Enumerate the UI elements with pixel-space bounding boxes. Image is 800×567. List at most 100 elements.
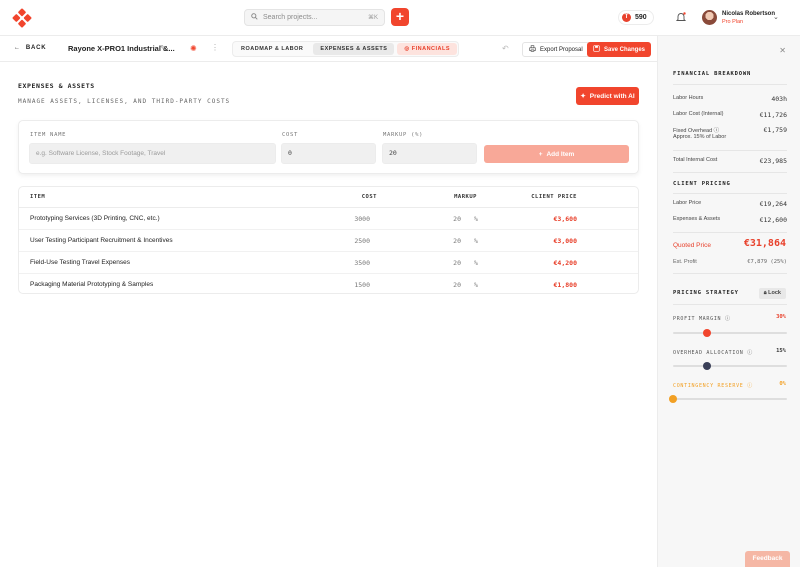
row-markup[interactable]: 20 (453, 259, 461, 267)
profit-margin-label: PROFIT MARGIN ⓘ (673, 316, 731, 322)
export-label: Export Proposal (540, 46, 583, 53)
labor-cost-row: Labor Cost (Internal) €11,726 (673, 111, 787, 119)
avatar[interactable] (702, 10, 717, 25)
export-proposal-button[interactable]: Export Proposal (522, 42, 590, 57)
undo-icon[interactable]: ↶ (502, 44, 509, 53)
labor-price-row: Labor Price €19,264 (673, 200, 787, 208)
arrow-left-icon: ← (14, 45, 21, 51)
lock-label: Lock (768, 290, 781, 296)
add-project-button[interactable]: + (391, 8, 409, 26)
info-icon[interactable]: ⓘ (747, 350, 753, 356)
markup-label: MARKUP (%) (383, 132, 424, 138)
predict-with-ai-button[interactable]: ✦ Predict with AI (576, 87, 639, 105)
labor-hours-row: Labor Hours 403h (673, 95, 787, 103)
total-internal-label: Total Internal Cost (673, 157, 718, 163)
tab-roadmap-labor[interactable]: ROADMAP & LABOR (234, 43, 310, 55)
row-markup[interactable]: 20 (453, 237, 461, 245)
lock-icon: 🔒︎ (763, 290, 767, 296)
row-client-price: €1,800 (553, 281, 577, 289)
profit-margin-knob[interactable] (703, 329, 712, 337)
row-cost[interactable]: 3500 (354, 259, 370, 267)
row-item: Packaging Material Prototyping & Samples (30, 281, 154, 288)
table-header: ITEM COST MARKUP CLIENT PRICE (19, 187, 638, 208)
pencil-icon[interactable]: ✎ (160, 44, 166, 52)
row-item: User Testing Participant Recruitment & I… (30, 237, 173, 244)
save-icon (593, 45, 600, 54)
lock-button[interactable]: 🔒︎ Lock (758, 288, 786, 299)
total-internal-value: €23,985 (759, 157, 787, 165)
expenses-row: Expenses & Assets €12,600 (673, 216, 787, 224)
contingency-reserve-slider[interactable] (669, 395, 787, 403)
labor-price-label: Labor Price (673, 200, 702, 206)
header-cost: COST (361, 194, 377, 200)
divider (673, 172, 787, 173)
contingency-reserve-pct: 0% (779, 381, 786, 387)
expenses-table: ITEM COST MARKUP CLIENT PRICE Prototypin… (18, 186, 639, 294)
tab-financials[interactable]: ◎ FINANCIALS (397, 43, 458, 55)
divider (673, 304, 787, 305)
tab-expenses-assets[interactable]: EXPENSES & ASSETS (313, 43, 395, 55)
profit-margin-pct: 30% (776, 314, 786, 320)
row-markup[interactable]: 20 (453, 215, 461, 223)
table-row: Packaging Material Prototyping & Samples… (19, 274, 638, 293)
quoted-price-label: Quoted Price (673, 242, 711, 249)
labor-cost-value: €11,726 (759, 111, 787, 119)
divider (673, 193, 787, 194)
row-percent: % (474, 281, 478, 289)
save-changes-button[interactable]: Save Changes (587, 42, 652, 57)
cost-label: COST (282, 132, 299, 138)
search-input[interactable]: Search projects... ⌘K (244, 9, 385, 26)
client-pricing-title: CLIENT PRICING (673, 181, 731, 187)
printer-icon (529, 45, 536, 54)
profit-margin-slider[interactable] (673, 329, 787, 337)
divider (673, 84, 787, 85)
contingency-reserve-knob[interactable] (669, 395, 677, 403)
magic-wand-icon: ✦ (580, 93, 586, 100)
back-button[interactable]: ← BACK (14, 45, 46, 51)
close-icon[interactable]: ✕ (779, 46, 786, 55)
chevron-down-icon[interactable]: ⌄ (773, 13, 779, 21)
table-row: Field-Use Testing Travel Expenses 3500 2… (19, 252, 638, 274)
row-percent: % (474, 215, 478, 223)
back-label: BACK (25, 45, 47, 51)
page-subtitle: MANAGE ASSETS, LICENSES, AND THIRD-PARTY… (18, 98, 231, 105)
info-icon[interactable]: ⓘ (725, 316, 731, 322)
add-item-form: ITEM NAME e.g. Software License, Stock F… (18, 120, 639, 174)
row-cost[interactable]: 2500 (354, 237, 370, 245)
info-icon[interactable]: ⓘ (747, 383, 753, 389)
row-cost[interactable]: 3000 (354, 215, 370, 223)
cost-input[interactable]: 0 (281, 143, 376, 164)
search-placeholder: Search projects... (263, 14, 318, 21)
row-client-price: €3,000 (553, 237, 577, 245)
fixed-overhead-row: Fixed Overhead ⓘ Approx. 15% of Labor €1… (673, 126, 787, 140)
total-internal-row: Total Internal Cost €23,985 (673, 157, 787, 165)
add-item-label: Add Item (546, 150, 575, 158)
row-cost[interactable]: 1500 (354, 281, 370, 289)
table-row: Prototyping Services (3D Printing, CNC, … (19, 208, 638, 230)
app-logo[interactable] (12, 8, 32, 28)
breakdown-title: FINANCIAL BREAKDOWN (673, 71, 752, 77)
feedback-button[interactable]: Feedback (745, 551, 790, 567)
sparkle-icon[interactable]: ✺ (190, 44, 197, 53)
top-bar: Search projects... ⌘K + T 590 Nicolas Ro… (0, 0, 800, 36)
add-item-button[interactable]: + Add Item (484, 145, 629, 163)
overhead-allocation-slider[interactable] (673, 362, 787, 370)
user-name: Nicolas Robertson (722, 11, 776, 17)
coin-icon: T (622, 13, 631, 22)
overhead-allocation-knob[interactable] (703, 362, 712, 370)
credits-value: 590 (635, 14, 647, 21)
bell-icon[interactable] (675, 11, 687, 23)
divider (673, 232, 787, 233)
labor-hours-label: Labor Hours (673, 95, 704, 101)
markup-input[interactable]: 20 (382, 143, 477, 164)
more-options-icon[interactable]: ⋮ (211, 43, 219, 52)
item-name-input[interactable]: e.g. Software License, Stock Footage, Tr… (29, 143, 276, 164)
fixed-overhead-note: Approx. 15% of Labor (673, 134, 727, 140)
row-markup[interactable]: 20 (453, 281, 461, 289)
overhead-allocation-label: OVERHEAD ALLOCATION ⓘ (673, 350, 753, 356)
quoted-price-value: €31,864 (743, 238, 786, 249)
user-plan: Pro Plan (722, 19, 744, 25)
credits-badge[interactable]: T 590 (618, 10, 654, 25)
divider (673, 273, 787, 274)
row-client-price: €4,200 (553, 259, 577, 267)
